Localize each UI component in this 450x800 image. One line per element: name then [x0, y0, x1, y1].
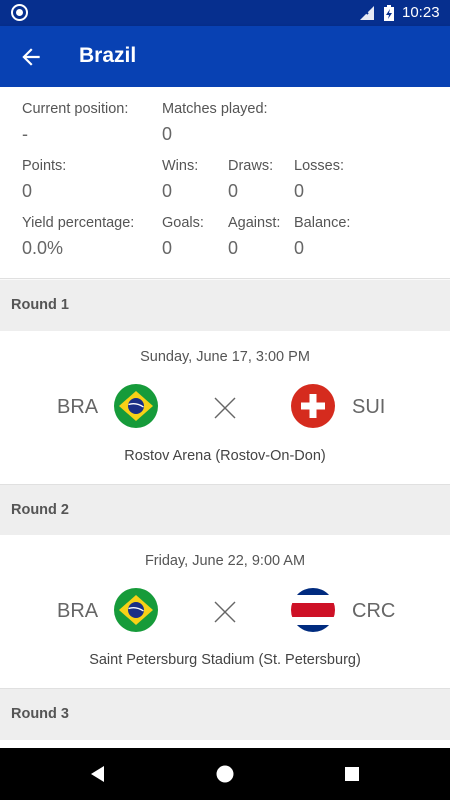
notification-icon	[11, 4, 28, 21]
round-label: Round 3	[11, 706, 69, 722]
match-card[interactable]: Friday, June 22, 9:00 AM BRA CRC Saint P…	[0, 535, 450, 689]
battery-charging-icon	[384, 5, 394, 21]
matches-played-label: Matches played:	[162, 101, 268, 117]
match-venue: Saint Petersburg Stadium (St. Petersburg…	[89, 652, 361, 668]
match-card-partial	[0, 740, 450, 748]
brazil-flag-icon	[114, 588, 158, 632]
round-label: Round 2	[11, 502, 69, 518]
match-date: Sunday, June 17, 3:00 PM	[140, 349, 310, 365]
home-nav-icon[interactable]	[215, 764, 235, 784]
status-bar: 10:23	[0, 0, 450, 26]
wins-label: Wins:	[162, 158, 199, 174]
round-header: Round 1	[0, 280, 450, 331]
against-label: Against:	[228, 215, 281, 231]
team-stats-panel: Current position: - Matches played: 0 Po…	[0, 87, 450, 279]
matches-played-value: 0	[162, 124, 173, 144]
yield-label: Yield percentage:	[22, 215, 135, 231]
points-value: 0	[22, 181, 33, 201]
balance-value: 0	[294, 238, 305, 258]
signal-icon	[360, 6, 374, 20]
current-position-value: -	[22, 124, 28, 144]
home-team: BRA	[57, 600, 99, 622]
costa-rica-flag-icon	[291, 588, 335, 632]
current-position-label: Current position:	[22, 101, 129, 117]
points-label: Points:	[22, 158, 67, 174]
wins-value: 0	[162, 181, 173, 201]
round-header: Round 2	[0, 485, 450, 536]
back-nav-icon[interactable]	[88, 764, 108, 784]
draws-label: Draws:	[228, 158, 274, 174]
system-nav-bar	[0, 748, 450, 800]
match-date: Friday, June 22, 9:00 AM	[144, 553, 306, 569]
balance-label: Balance:	[294, 215, 351, 231]
goals-label: Goals:	[162, 215, 204, 231]
round-header: Round 3	[0, 689, 450, 740]
arrow-back-icon[interactable]	[18, 44, 44, 70]
round-label: Round 1	[11, 297, 69, 313]
home-team: BRA	[57, 396, 99, 418]
page-title: Brazil	[79, 44, 137, 67]
goals-value: 0	[162, 238, 173, 258]
switzerland-flag-icon	[291, 384, 335, 428]
app-bar: Brazil	[0, 26, 450, 87]
clock: 10:23	[402, 4, 440, 21]
match-card[interactable]: Sunday, June 17, 3:00 PM BRA SUI Rostov …	[0, 331, 450, 485]
against-value: 0	[228, 238, 239, 258]
losses-value: 0	[294, 181, 305, 201]
versus-icon	[214, 601, 236, 623]
match-venue: Rostov Arena (Rostov-On-Don)	[124, 448, 326, 464]
versus-icon	[214, 397, 236, 419]
yield-value: 0.0%	[22, 238, 64, 258]
brazil-flag-icon	[114, 384, 158, 428]
losses-label: Losses:	[294, 158, 344, 174]
away-team: SUI	[352, 396, 386, 418]
draws-value: 0	[228, 181, 239, 201]
recents-nav-icon[interactable]	[342, 764, 362, 784]
away-team: CRC	[352, 600, 396, 622]
